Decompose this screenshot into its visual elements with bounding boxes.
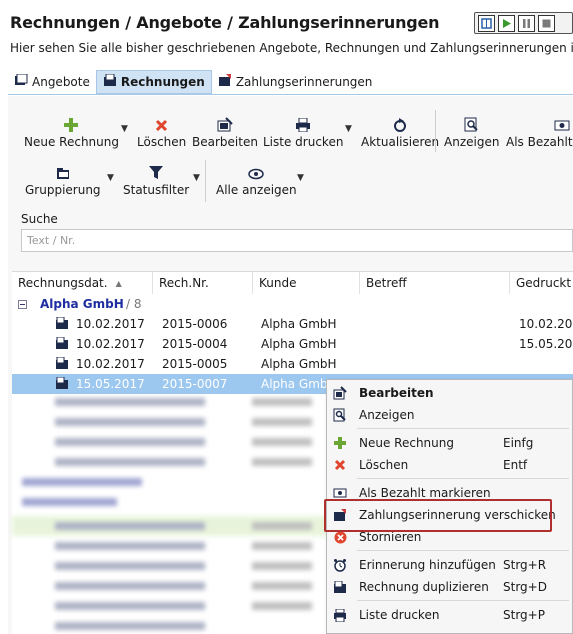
sort-ascending-icon: ▲	[115, 278, 122, 288]
tab-bar: Angebote Rechnungen Zahlungserinnerungen	[8, 70, 378, 94]
refresh-icon	[393, 114, 407, 132]
menu-separator	[357, 478, 569, 479]
tab-label: Rechnungen	[120, 75, 205, 89]
filter-icon	[149, 162, 164, 180]
tab-zahlungserinnerungen[interactable]: Zahlungserinnerungen	[212, 70, 379, 94]
document-icon	[14, 73, 28, 90]
group-name: Alpha GmbH	[40, 297, 124, 311]
delete-button[interactable]: Löschen	[137, 114, 186, 149]
new-invoice-dropdown-caret[interactable]: ▼	[121, 124, 128, 134]
invoice-icon	[56, 337, 68, 349]
shortcut: Entf	[503, 458, 528, 472]
toolbar-separator	[205, 160, 206, 202]
group-row[interactable]: Alpha GmbH / 8	[12, 294, 573, 314]
menu-item-anzeigen[interactable]: Anzeigen	[327, 404, 572, 426]
menu-separator	[357, 428, 569, 429]
tab-label: Angebote	[32, 75, 90, 89]
plus-icon	[64, 114, 79, 132]
grouping-button[interactable]: Gruppierung	[25, 162, 101, 197]
column-header-subject[interactable]: Betreff	[360, 272, 510, 294]
menu-item-liste-drucken[interactable]: Liste drucken Strg+P	[327, 604, 572, 626]
shortcut: Strg+D	[503, 580, 547, 594]
tab-rechnungen[interactable]: Rechnungen	[95, 70, 212, 94]
search-label: Suche	[21, 212, 58, 226]
view-icon	[464, 114, 479, 132]
column-header-customer[interactable]: Kunde	[253, 272, 360, 294]
dock-icon[interactable]	[478, 14, 495, 32]
menu-item-erinnerung[interactable]: Erinnerung hinzufügen Strg+R	[327, 554, 572, 576]
menu-separator	[357, 600, 569, 601]
new-invoice-button[interactable]: Neue Rechnung	[24, 114, 119, 149]
group-count: / 8	[126, 297, 142, 311]
toolbar-separator	[435, 110, 436, 152]
duplicate-icon	[332, 579, 348, 595]
menu-item-neue-rechnung[interactable]: Neue Rechnung Einfg	[327, 432, 572, 454]
invoice-icon	[56, 317, 68, 329]
play-icon[interactable]	[498, 14, 515, 32]
view-icon	[332, 407, 348, 423]
column-header-printed[interactable]: Gedruckt	[510, 272, 573, 294]
shortcut: Einfg	[503, 436, 534, 450]
print-list-button[interactable]: Liste drucken	[263, 114, 343, 149]
tab-label: Zahlungserinnerungen	[235, 75, 373, 89]
column-header-date[interactable]: Rechnungsdat. ▲	[12, 272, 153, 294]
shortcut: Strg+R	[503, 558, 547, 572]
pause-icon[interactable]	[518, 14, 535, 32]
page-title: Rechnungen / Angebote / Zahlungserinneru…	[10, 13, 440, 32]
highlight-frame	[324, 499, 552, 532]
table-row[interactable]: 10.02.2017 2015-0004 Alpha GmbH 15.05.20…	[12, 334, 573, 354]
delete-icon	[332, 457, 348, 473]
tab-divider	[8, 94, 573, 95]
paid-icon	[506, 114, 570, 132]
edit-icon	[332, 385, 348, 401]
reminder-icon	[218, 74, 232, 90]
print-icon	[332, 607, 348, 623]
print-icon	[295, 114, 311, 132]
tab-angebote[interactable]: Angebote	[8, 70, 96, 94]
window-controls	[474, 12, 573, 34]
invoice-icon	[56, 377, 68, 389]
invoice-icon	[103, 73, 117, 90]
collapse-icon[interactable]	[18, 298, 27, 312]
edit-icon	[217, 114, 233, 132]
eye-icon	[248, 162, 265, 180]
delete-icon	[155, 114, 168, 132]
table-row[interactable]: 10.02.2017 2015-0006 Alpha GmbH 10.02.20…	[12, 314, 573, 334]
menu-item-bearbeiten[interactable]: Bearbeiten	[327, 382, 572, 404]
menu-item-duplizieren[interactable]: Rechnung duplizieren Strg+D	[327, 576, 572, 598]
menu-item-loeschen[interactable]: Löschen Entf	[327, 454, 572, 476]
stop-icon[interactable]	[538, 14, 555, 32]
page-subtitle: Hier sehen Sie alle bisher geschriebenen…	[10, 41, 573, 55]
refresh-button[interactable]: Aktualisieren	[361, 114, 439, 149]
folder-icon	[28, 162, 98, 180]
table-row[interactable]: 10.02.2017 2015-0005 Alpha GmbH	[12, 354, 573, 374]
shortcut: Strg+P	[503, 608, 545, 622]
print-list-dropdown-caret[interactable]: ▼	[345, 124, 352, 134]
menu-separator	[357, 550, 569, 551]
column-header-number[interactable]: Rech.Nr.	[153, 272, 253, 294]
show-all-button[interactable]: Alle anzeigen	[216, 162, 297, 197]
show-all-dropdown-caret[interactable]: ▼	[297, 173, 304, 183]
edit-button[interactable]: Bearbeiten	[192, 114, 258, 149]
invoice-icon	[56, 357, 68, 369]
view-button[interactable]: Anzeigen	[444, 114, 499, 149]
plus-icon	[332, 435, 348, 451]
alarm-clock-icon	[332, 557, 348, 573]
status-filter-button[interactable]: Statusfilter	[123, 162, 189, 197]
grouping-dropdown-caret[interactable]: ▼	[107, 173, 114, 183]
mark-paid-button[interactable]: Als Bezahlt m	[506, 114, 573, 149]
search-input[interactable]: Text / Nr.	[21, 229, 573, 252]
status-filter-dropdown-caret[interactable]: ▼	[193, 173, 200, 183]
